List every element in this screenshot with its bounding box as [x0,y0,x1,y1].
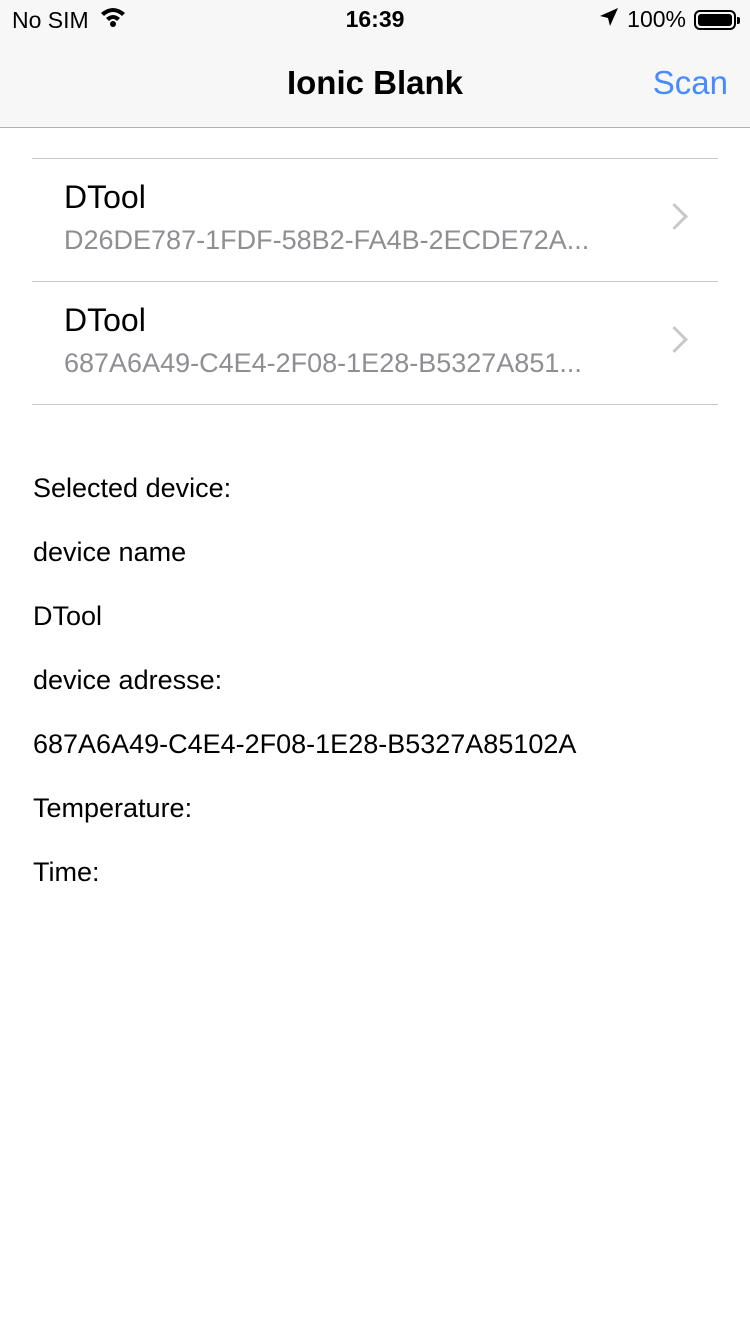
scan-button[interactable]: Scan [653,64,728,102]
chevron-right-icon [661,203,688,230]
time-label: Time: [33,857,100,887]
status-bar: No SIM 16:39 100% [0,0,750,40]
device-address: 687A6A49-C4E4-2F08-1E28-B5327A851... [64,348,582,378]
device-list-item[interactable]: DTool D26DE787-1FDF-58B2-FA4B-2ECDE72A..… [32,159,718,282]
device-name: DTool [64,179,146,215]
battery-icon [694,9,740,30]
device-list: DTool D26DE787-1FDF-58B2-FA4B-2ECDE72A..… [32,158,718,405]
status-right: 100% [599,6,740,33]
nav-bar: Ionic Blank Scan [0,40,750,128]
device-list-item[interactable]: DTool 687A6A49-C4E4-2F08-1E28-B5327A851.… [32,282,718,405]
selected-device-label: Selected device: [33,473,232,503]
device-address-label: device adresse: [33,665,223,695]
device-address: D26DE787-1FDF-58B2-FA4B-2ECDE72A... [64,225,590,255]
device-address-value: 687A6A49-C4E4-2F08-1E28-B5327A85102A [33,729,577,759]
battery-percent: 100% [627,6,686,32]
battery-fill [698,13,732,26]
device-name-label: device name [33,537,187,567]
temperature-label: Temperature: [33,793,193,823]
page-title: Ionic Blank [286,64,464,101]
device-name: DTool [64,302,146,338]
location-arrow-icon [599,6,619,33]
device-name-value: DTool [33,601,103,631]
battery-tip [737,16,740,24]
selected-device-details: Selected device: device name DTool devic… [33,470,576,918]
chevron-right-icon [661,326,688,353]
